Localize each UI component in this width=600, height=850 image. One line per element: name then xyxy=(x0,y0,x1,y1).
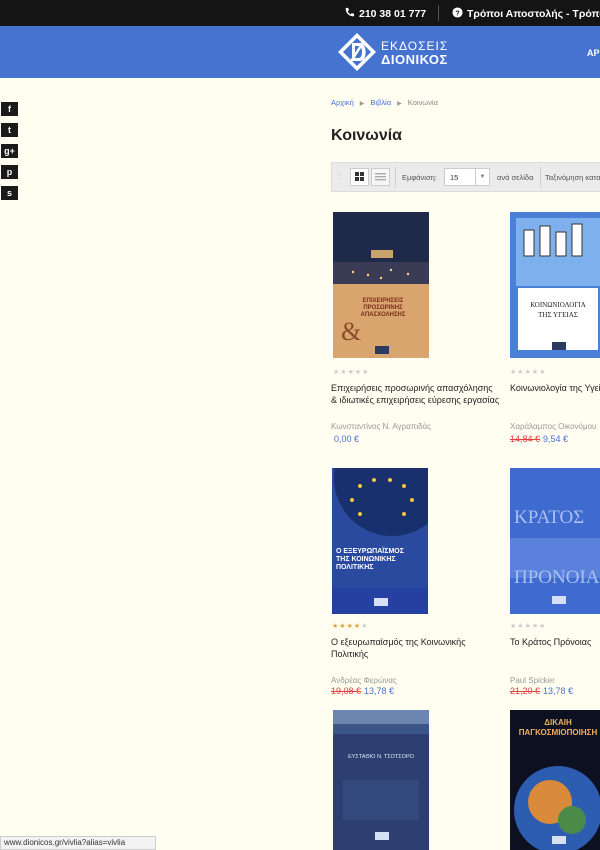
star-icon: ★ xyxy=(346,623,354,630)
star-icon: ★ xyxy=(362,369,370,376)
star-icon: ★ xyxy=(524,623,532,630)
twitter-icon[interactable]: t xyxy=(1,123,18,137)
site-header: ΕΚΔΟΣΕΙΣ ΔΙΟΝΙΚΟΣ ΑΡ xyxy=(0,26,600,78)
product-cover[interactable]: ΔΙΚΑΙΗ ΠΑΓΚΟΣΜΙΟΠΟΙΗΣΗ xyxy=(510,710,600,850)
list-view-icon xyxy=(375,173,386,181)
list-view-button[interactable] xyxy=(371,168,390,186)
star-icon: ★ xyxy=(347,369,355,376)
top-bar: 210 38 01 777 ? Τρόποι Αποστολής - Τρόποι xyxy=(0,0,600,26)
product-rating: ★★★★★ xyxy=(332,622,368,630)
cover-title: ΚΡΑΤΟΣΠΡΟΝΟΙΑΣ xyxy=(514,507,600,588)
listing-toolbar: ⁚ Εμφάνιση: 15 ▼ ανά σελίδα Ταξινόμηση κ… xyxy=(331,162,600,192)
star-icon: ★ xyxy=(517,623,525,630)
toolbar-divider xyxy=(395,167,396,187)
svg-text:&: & xyxy=(341,317,361,346)
question-icon: ? xyxy=(452,7,463,18)
pinterest-icon[interactable]: p xyxy=(1,165,18,179)
cover-title: ΕΠΙΧΕΙΡΗΣΕΙΣ ΠΡΟΣΩΡΙΝΗΣ ΑΠΑΣΧΟΛΗΣΗΣ xyxy=(360,298,406,318)
phone-contact[interactable]: 210 38 01 777 xyxy=(344,7,426,20)
star-icon: ★ xyxy=(524,369,532,376)
product-author[interactable]: Paul Spicker xyxy=(510,676,555,685)
per-page-value: 15 xyxy=(450,173,459,182)
product-current-price: 0,00 € xyxy=(334,434,360,444)
logo-text-publications: ΕΚΔΟΣΕΙΣ xyxy=(381,39,449,53)
google-plus-icon[interactable]: g+ xyxy=(1,144,18,158)
logo-text-dionikos: ΔΙΟΝΙΚΟΣ xyxy=(381,52,448,67)
phone-number: 210 38 01 777 xyxy=(359,8,427,20)
chevron-down-icon: ▼ xyxy=(475,169,489,185)
product-cover[interactable]: & ΕΠΙΧΕΙΡΗΣΕΙΣ ΠΡΟΣΩΡΙΝΗΣ ΑΠΑΣΧΟΛΗΣΗΣ xyxy=(333,212,429,358)
star-icon: ★ xyxy=(361,623,369,630)
grid-view-icon xyxy=(355,172,364,181)
product-current-price: 9,54 € xyxy=(543,434,569,444)
product-title[interactable]: Επιχειρήσεις προσωρινής απασχόλησης & ιδ… xyxy=(331,382,501,406)
dionikos-logo-icon xyxy=(338,33,376,71)
cover-title: ΔΙΚΑΙΗ ΠΑΓΚΟΣΜΙΟΠΟΙΗΣΗ xyxy=(518,718,598,737)
cover-title: ΕΥΣΤΑΘΙΟ Ν. ΤΣΟΤΣΟΡΟ xyxy=(348,754,414,760)
product-old-price: 14,84 € xyxy=(510,434,541,444)
star-icon: ★ xyxy=(539,623,547,630)
shipping-label: Τρόποι Αποστολής - Τρόποι xyxy=(467,8,600,20)
product-current-price: 13,78 € xyxy=(364,686,395,696)
product-old-price: 21,20 € xyxy=(510,686,541,696)
shipping-link[interactable]: ? Τρόποι Αποστολής - Τρόποι xyxy=(452,7,600,20)
breadcrumb-books[interactable]: Βιβλία xyxy=(370,98,391,107)
product-price: 19,08 €13,78 € xyxy=(331,686,394,696)
per-page-select[interactable]: 15 ▼ xyxy=(444,168,490,186)
product-old-price: 19,08 € xyxy=(331,686,362,696)
breadcrumb-current: Κοινωνία xyxy=(407,98,438,107)
product-rating: ★★★★★ xyxy=(510,622,546,630)
sort-by-label[interactable]: Ταξινόμηση κατα xyxy=(545,173,600,182)
product-author[interactable]: Κωνσταντίνος Ν. Αγραπιδάς xyxy=(331,422,431,431)
show-label: Εμφάνιση: xyxy=(402,173,437,182)
star-icon: ★ xyxy=(517,369,525,376)
skype-icon[interactable]: s xyxy=(1,186,18,200)
phone-icon xyxy=(345,7,355,17)
site-logo[interactable]: ΕΚΔΟΣΕΙΣ ΔΙΟΝΙΚΟΣ xyxy=(333,28,463,76)
product-cover[interactable]: ΚΡΑΤΟΣΠΡΟΝΟΙΑΣ xyxy=(510,468,600,614)
book-cover-image xyxy=(333,710,429,850)
product-rating: ★★★★★ xyxy=(510,368,546,376)
social-share-bar: f t g+ p s xyxy=(1,102,19,207)
product-author[interactable]: Ανδρέας Φερώνας xyxy=(331,676,397,685)
breadcrumb-home[interactable]: Αρχική xyxy=(331,98,354,107)
topbar-divider xyxy=(438,5,439,21)
product-price: 0,00 € xyxy=(331,434,359,444)
product-author[interactable]: Χαράλαμπος Οικονόμου xyxy=(510,422,596,431)
star-icon: ★ xyxy=(340,369,348,376)
breadcrumb-arrow-icon: ▶ xyxy=(397,101,402,107)
toolbar-divider xyxy=(540,167,541,187)
star-icon: ★ xyxy=(339,623,347,630)
breadcrumb: Αρχική ▶ Βιβλία ▶ Κοινωνία xyxy=(331,98,438,107)
product-cover[interactable]: ΚΟΙΝΩΝΙΟΛΟΓΙΑ ΤΗΣ ΥΓΕΙΑΣ xyxy=(510,212,600,358)
page-title: Κοινωνία xyxy=(331,127,402,144)
breadcrumb-arrow-icon: ▶ xyxy=(359,101,365,107)
product-price: 14,84 €9,54 € xyxy=(510,434,568,444)
cover-title: ΚΟΙΝΩΝΙΟΛΟΓΙΑ ΤΗΣ ΥΓΕΙΑΣ xyxy=(530,301,586,319)
book-cover-image: & xyxy=(333,212,429,358)
product-price: 21,20 €13,78 € xyxy=(510,686,573,696)
product-cover[interactable]: ΕΥΣΤΑΘΙΟ Ν. ΤΣΟΤΣΟΡΟ xyxy=(333,710,429,850)
svg-text:?: ? xyxy=(455,8,460,17)
star-icon: ★ xyxy=(539,369,547,376)
toolbar-handle-icon: ⁚ xyxy=(338,172,341,181)
book-cover-image xyxy=(332,468,428,614)
per-page-suffix: ανά σελίδα xyxy=(497,173,534,182)
grid-view-button[interactable] xyxy=(350,168,369,186)
product-title[interactable]: Το Κράτος Πρόνοιας xyxy=(510,636,600,648)
cover-title: Ο ΕΞΕΥΡΩΠΑΪΣΜΟΣ ΤΗΣ ΚΟΙΝΩΝΙΚΗΣ ΠΟΛΙΤΙΚΗΣ xyxy=(336,548,404,571)
product-title[interactable]: Ο εξευρωπαϊσμός της Κοινωνικής Πολιτικής xyxy=(331,636,501,660)
book-cover-image xyxy=(510,212,600,358)
facebook-icon[interactable]: f xyxy=(1,102,18,116)
status-bar-url: www.dionicos.gr/vivlia?alias=vivlia xyxy=(0,836,156,850)
product-title[interactable]: Κοινωνιολογία της Υγείας xyxy=(510,382,600,394)
product-rating: ★★★★★ xyxy=(333,368,369,376)
nav-item-home[interactable]: ΑΡ xyxy=(587,48,600,58)
product-cover[interactable]: Ο ΕΞΕΥΡΩΠΑΪΣΜΟΣ ΤΗΣ ΚΟΙΝΩΝΙΚΗΣ ΠΟΛΙΤΙΚΗΣ xyxy=(332,468,428,614)
product-current-price: 13,78 € xyxy=(543,686,574,696)
